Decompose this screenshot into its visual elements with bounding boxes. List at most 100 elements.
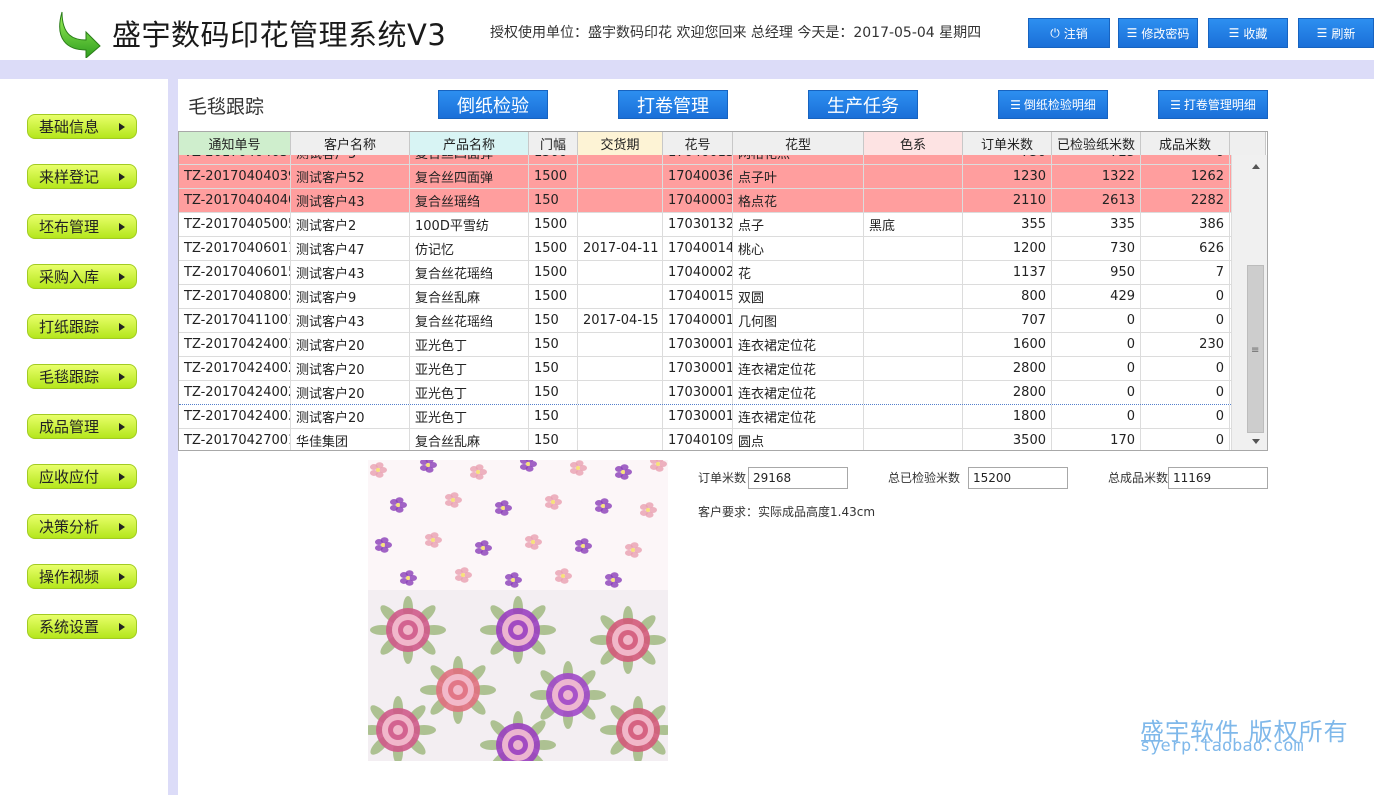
triangle-right-icon bbox=[119, 223, 125, 231]
sidebar-item-sample-register[interactable]: 来样登记 bbox=[27, 164, 137, 189]
scroll-up-icon[interactable] bbox=[1252, 164, 1260, 169]
large-flower-icon bbox=[530, 661, 606, 729]
sidebar-item-finished-goods[interactable]: 成品管理 bbox=[27, 414, 137, 439]
table-cell: 170 bbox=[1052, 429, 1141, 450]
roll-detail-button[interactable]: ☰ 打卷管理明细 bbox=[1158, 90, 1268, 119]
table-cell: 0 bbox=[1052, 333, 1141, 356]
table-cell bbox=[578, 165, 663, 188]
sidebar-item-basic-info[interactable]: 基础信息 bbox=[27, 114, 137, 139]
table-cell: 1230 bbox=[963, 165, 1052, 188]
table-cell: 测试客户2 bbox=[291, 213, 410, 236]
sidebar-item-receivable-payable[interactable]: 应收应付 bbox=[27, 464, 137, 489]
table-row[interactable]: TZ-20170424002 测试客户20 亚光色丁 150 17030001 连衣裙定位… bbox=[179, 381, 1231, 405]
table-cell: 测试客户43 bbox=[291, 189, 410, 212]
production-task-label: 生产任务 bbox=[827, 95, 899, 117]
table-row[interactable]: TZ-20170408005 测试客户9 复合丝乱麻 1500 17040015 双圆 80… bbox=[179, 285, 1231, 309]
table-row[interactable]: TZ-20170406011 测试客户47 仿记忆 1500 2017-04-11 170… bbox=[179, 237, 1231, 261]
refresh-button[interactable]: ☰ 刷新 bbox=[1298, 18, 1374, 48]
page-title: 毛毯跟踪 bbox=[188, 96, 265, 118]
inspected-meters-label: 总已检验米数 bbox=[888, 471, 961, 485]
sidebar-item-label: 操作视频 bbox=[39, 568, 100, 586]
finished-meters-field[interactable]: 11169 bbox=[1168, 467, 1268, 489]
column-header[interactable]: 花号 bbox=[663, 132, 733, 155]
sidebar-item-decision-analysis[interactable]: 决策分析 bbox=[27, 514, 137, 539]
sidebar-item-paper-tracking[interactable]: 打纸跟踪 bbox=[27, 314, 137, 339]
sidebar-item-label: 基础信息 bbox=[39, 118, 100, 136]
table-cell bbox=[864, 429, 963, 450]
table-cell: 桃心 bbox=[733, 237, 864, 260]
column-header[interactable]: 门幅 bbox=[529, 132, 578, 155]
production-task-button[interactable]: 生产任务 bbox=[808, 90, 918, 119]
table-row[interactable]: TZ-20170427001 华佳集团 复合丝乱麻 150 17040109 圆点 3500… bbox=[179, 429, 1231, 450]
table-row[interactable]: TZ-20170404039 测试客户52 复合丝四面弹 1500 17040036 点子… bbox=[179, 165, 1231, 189]
table-cell: 亚光色丁 bbox=[410, 381, 529, 404]
sidebar-item-purchase-inbound[interactable]: 采购入库 bbox=[27, 264, 137, 289]
table-row[interactable]: TZ-20170424002 测试客户20 亚光色丁 150 17030001 连衣裙定位… bbox=[179, 357, 1231, 381]
triangle-right-icon bbox=[119, 573, 125, 581]
triangle-right-icon bbox=[119, 523, 125, 531]
table-cell: 429 bbox=[1052, 285, 1141, 308]
table-body[interactable]: TZ-20170404038测试客户5复合丝四面弹150017040015网格花… bbox=[179, 155, 1231, 450]
table-row[interactable]: TZ-20170406015 测试客户43 复合丝花瑶绉 1500 17040002 花 1… bbox=[179, 261, 1231, 285]
table-cell: 测试客户5 bbox=[291, 155, 410, 164]
sidebar-item-label: 系统设置 bbox=[39, 618, 100, 636]
table-cell: 0 bbox=[1141, 405, 1230, 428]
column-header[interactable]: 通知单号 bbox=[179, 132, 291, 155]
table-cell bbox=[864, 405, 963, 428]
sidebar-divider bbox=[168, 79, 178, 795]
table-cell: TZ-20170404040 bbox=[179, 189, 291, 212]
sidebar-item-tutorial-video[interactable]: 操作视频 bbox=[27, 564, 137, 589]
column-header[interactable]: 色系 bbox=[864, 132, 963, 155]
table-row[interactable]: TZ-20170411001 测试客户43 复合丝花瑶绉 150 2017-04-15 1… bbox=[179, 309, 1231, 333]
favorite-button[interactable]: ☰ 收藏 bbox=[1208, 18, 1288, 48]
logout-button[interactable]: ⏻ 注销 bbox=[1028, 18, 1110, 48]
column-header[interactable]: 交货期 bbox=[578, 132, 663, 155]
column-header[interactable]: 花型 bbox=[733, 132, 864, 155]
table-cell: 亚光色丁 bbox=[410, 405, 529, 428]
table-cell: TZ-20170408005 bbox=[179, 285, 291, 308]
order-meters-field[interactable]: 29168 bbox=[748, 467, 848, 489]
roll-management-button[interactable]: 打卷管理 bbox=[618, 90, 728, 119]
column-header[interactable]: 产品名称 bbox=[410, 132, 529, 155]
table-cell: 复合丝乱麻 bbox=[410, 285, 529, 308]
table-row[interactable]: TZ-20170424001 测试客户20 亚光色丁 150 17030001 连衣裙定位… bbox=[179, 333, 1231, 357]
column-header[interactable]: 订单米数 bbox=[963, 132, 1052, 155]
table-cell: TZ-20170411001 bbox=[179, 309, 291, 332]
table-cell: TZ-20170405005 bbox=[179, 213, 291, 236]
order-table: 通知单号 客户名称 产品名称 门幅 交货期 花号 花型 色系 订单米数 已检验纸米数 成品米数 TZ… bbox=[178, 131, 1268, 451]
column-header[interactable]: 成品米数 bbox=[1141, 132, 1230, 155]
table-row[interactable]: TZ-20170404040 测试客户43 复合丝瑶绉 150 17040003 格点花 2… bbox=[179, 189, 1231, 213]
table-cell: TZ-20170424001 bbox=[179, 333, 291, 356]
large-flower-icon bbox=[480, 596, 556, 664]
table-row[interactable]: TZ-20170424003 测试客户20 亚光色丁 150 17030001 连衣裙定位… bbox=[179, 405, 1231, 429]
table-cell: 测试客户43 bbox=[291, 309, 410, 332]
column-header[interactable]: 客户名称 bbox=[291, 132, 410, 155]
table-cell: 3500 bbox=[963, 429, 1052, 450]
vertical-scrollbar[interactable]: ≡ bbox=[1231, 155, 1267, 450]
table-cell: 1137 bbox=[963, 261, 1052, 284]
sidebar-item-greige-management[interactable]: 坯布管理 bbox=[27, 214, 137, 239]
triangle-right-icon bbox=[119, 173, 125, 181]
large-flower-icon bbox=[420, 656, 496, 724]
table-row[interactable]: TZ-20170405005 测试客户2 100D平雪纺 1500 17030132 点子… bbox=[179, 213, 1231, 237]
table-row[interactable]: TZ-20170404038测试客户5复合丝四面弹1500 17040015网格花… bbox=[179, 155, 1231, 165]
large-flower-icon bbox=[590, 606, 666, 674]
change-password-button[interactable]: ☰ 修改密码 bbox=[1118, 18, 1198, 48]
table-cell: 0 bbox=[1141, 309, 1230, 332]
column-header[interactable]: 已检验纸米数 bbox=[1052, 132, 1141, 155]
scroll-down-icon[interactable] bbox=[1252, 439, 1260, 444]
sidebar-item-blanket-tracking[interactable]: 毛毯跟踪 bbox=[27, 364, 137, 389]
table-cell: 测试客户52 bbox=[291, 165, 410, 188]
table-cell: 1500 bbox=[529, 237, 578, 260]
table-cell: 150 bbox=[529, 381, 578, 404]
paper-inspection-button[interactable]: 倒纸检验 bbox=[438, 90, 548, 119]
inspected-meters-field[interactable]: 15200 bbox=[968, 467, 1068, 489]
menu-lines-icon: ☰ bbox=[1170, 97, 1181, 112]
sidebar-item-system-settings[interactable]: 系统设置 bbox=[27, 614, 137, 639]
roll-management-label: 打卷管理 bbox=[637, 95, 709, 117]
table-cell: 2017-04-11 bbox=[578, 237, 663, 260]
table-cell: 386 bbox=[1141, 213, 1230, 236]
table-cell: 17030001 bbox=[663, 381, 733, 404]
table-cell: 17040109 bbox=[663, 429, 733, 450]
inspection-detail-button[interactable]: ☰ 倒纸检验明细 bbox=[998, 90, 1108, 119]
